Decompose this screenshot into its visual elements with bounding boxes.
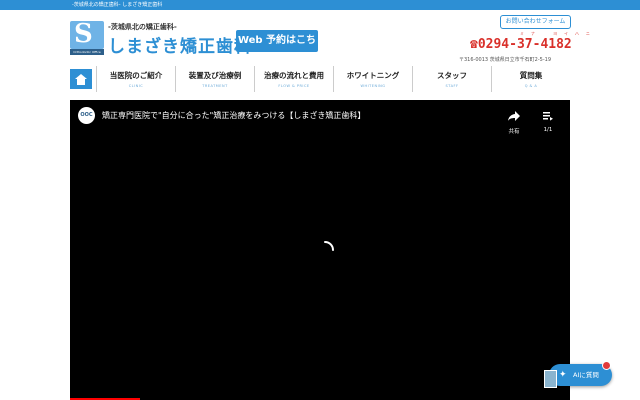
nav-item-treatment[interactable]: 装置及び治療例 TREATMENT xyxy=(175,66,254,92)
logo-letter: S xyxy=(74,19,93,49)
playlist-count: 1/1 xyxy=(543,127,553,133)
loading-spinner-icon xyxy=(324,241,334,251)
tagline: -茨城県北の矯正歯科- xyxy=(108,23,177,31)
nav-item-sublabel: STAFF xyxy=(445,84,459,88)
nav-item-label: 治療の流れと費用 xyxy=(264,71,324,80)
home-button[interactable] xyxy=(70,69,92,89)
video-player[interactable]: OOC 矯正専門医院で"自分に合った"矯正治療をみつける【しまざき矯正歯科】 共… xyxy=(70,100,570,400)
nav-item-label: 装置及び治療例 xyxy=(188,71,242,80)
share-icon xyxy=(508,111,520,121)
main-nav: 当医院のご紹介 CLINIC 装置及び治療例 TREATMENT 治療の流れと費用 F… xyxy=(70,66,570,92)
clinic-logo[interactable]: S Orthodontic Office xyxy=(70,19,104,55)
home-icon xyxy=(75,73,87,85)
nav-item-flow-price[interactable]: 治療の流れと費用 FLOW & PRICE xyxy=(254,66,333,92)
nav-item-qa[interactable]: 質問集 Q & A xyxy=(491,66,570,92)
nav-item-label: スタッフ xyxy=(437,71,467,80)
playlist-icon xyxy=(543,112,553,121)
web-booking-button[interactable]: Web 予約はこちら xyxy=(236,30,318,68)
nav-item-clinic[interactable]: 当医院のご紹介 CLINIC xyxy=(96,66,175,92)
logo-sub: Orthodontic Office xyxy=(70,49,104,55)
ai-chat-label: AIに質問 xyxy=(573,371,599,379)
clinic-name[interactable]: しまざき矯正歯科 xyxy=(108,32,252,57)
nav-item-sublabel: WHITENING xyxy=(360,84,386,88)
nav-item-sublabel: CLINIC xyxy=(128,84,144,88)
nav-item-sublabel: FLOW & PRICE xyxy=(278,84,310,88)
top-bar: -茨城県北の矯正歯科- しまざき矯正歯科 xyxy=(0,0,640,10)
playlist-button[interactable]: 1/1 xyxy=(540,106,556,133)
nav-item-label: 質問集 xyxy=(519,71,543,80)
address: 〒316-0013 茨城県日立市千石町2-5-19 xyxy=(459,57,551,63)
sparkle-icon: ✦ xyxy=(559,370,567,380)
share-label: 共有 xyxy=(508,129,520,135)
contact-form-button[interactable]: お問い合わせフォーム xyxy=(500,15,571,29)
nav-item-staff[interactable]: スタッフ STAFF xyxy=(412,66,491,92)
video-title[interactable]: 矯正専門医院で"自分に合った"矯正治療をみつける【しまざき矯正歯科】 xyxy=(102,110,365,121)
channel-avatar[interactable]: OOC xyxy=(78,107,95,124)
nav-item-label: 当医院のご紹介 xyxy=(109,71,163,80)
nav-item-sublabel: TREATMENT xyxy=(202,84,228,88)
nav-item-sublabel: Q & A xyxy=(524,84,538,88)
nav-item-whitening[interactable]: ホワイトニング WHITENING xyxy=(333,66,412,92)
ai-avatar-thumbnail xyxy=(544,370,557,388)
notification-dot xyxy=(602,361,611,370)
nav-item-label: ホワイトニング xyxy=(346,71,400,80)
share-button[interactable]: 共有 xyxy=(504,106,524,135)
phone-number[interactable]: ☎0294-37-4182 xyxy=(470,37,572,52)
